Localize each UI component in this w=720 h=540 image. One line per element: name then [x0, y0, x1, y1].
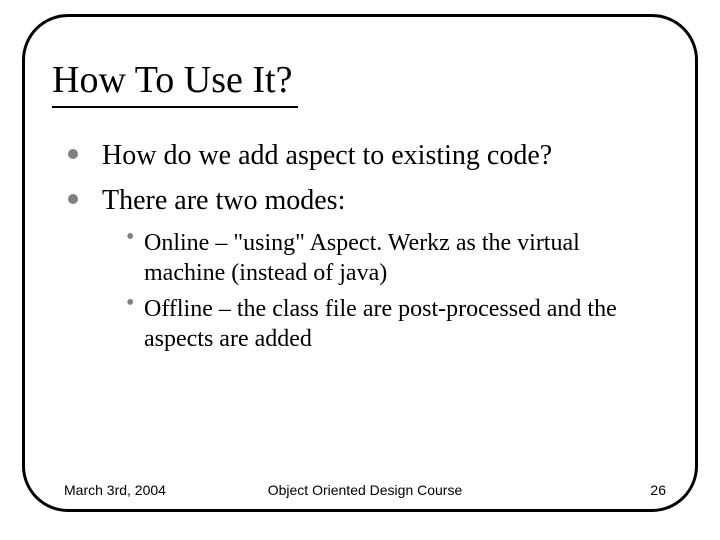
slide-title: How To Use It?	[52, 58, 298, 108]
bullet-text: There are two modes:	[102, 185, 345, 216]
footer-course: Object Oriented Design Course	[64, 482, 666, 498]
bullet-text: How do we add aspect to existing code?	[102, 140, 552, 171]
bullet-icon	[68, 194, 78, 204]
sub-bullet-text: Online – "using" Aspect. Werkz as the vi…	[144, 230, 580, 286]
bullet-icon	[68, 149, 78, 159]
bullet-level1: How do we add aspect to existing code?	[68, 138, 660, 173]
slide: How To Use It? How do we add aspect to e…	[0, 0, 720, 540]
bullet-level1: There are two modes:	[68, 183, 660, 218]
slide-footer: March 3rd, 2004 Object Oriented Design C…	[64, 482, 666, 498]
bullet-level2: • Online – "using" Aspect. Werkz as the …	[126, 228, 660, 288]
sub-bullet-group: • Online – "using" Aspect. Werkz as the …	[68, 228, 660, 354]
bullet-level2: • Offline – the class file are post-proc…	[126, 294, 660, 354]
sub-bullet-text: Offline – the class file are post-proces…	[144, 296, 617, 352]
slide-body: How do we add aspect to existing code? T…	[68, 138, 660, 360]
sub-bullet-icon: •	[126, 288, 134, 318]
sub-bullet-icon: •	[126, 222, 134, 252]
